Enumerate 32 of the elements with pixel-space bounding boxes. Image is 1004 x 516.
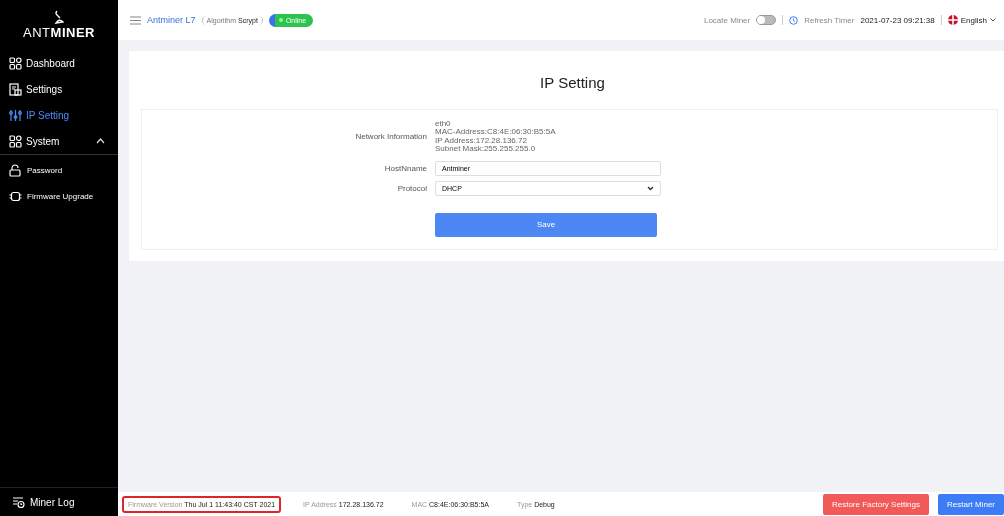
miner-logo-icon — [54, 10, 64, 24]
chevron-down-icon — [990, 18, 996, 22]
sidebar-item[interactable]: Dashboard — [0, 50, 118, 76]
sidebar-item[interactable]: Password — [0, 157, 118, 183]
chevron-down-icon — [647, 185, 654, 191]
field-label: HostNname — [383, 163, 427, 173]
miner-model-link[interactable]: Antminer L7 — [147, 15, 196, 25]
network-info-text: eth0 MAC-Address:C8:4E:06:30:B5:5A IP Address:172.28.136.72 Subnet Mask:255.255.255.0 — [435, 120, 556, 154]
field-label: Network Information — [354, 132, 427, 141]
locate-miner-label: Locate Miner — [703, 15, 751, 25]
lock-icon — [9, 163, 22, 177]
field-label: Protocol — [396, 183, 427, 193]
sidebar-item[interactable]: System — [0, 128, 118, 154]
flag-icon — [947, 15, 958, 25]
grid-icon — [9, 56, 22, 70]
logo-text: ANTMINER — [23, 25, 95, 40]
refresh-timer-value: 2021-07-23 09:21:38 — [860, 15, 935, 25]
language-selector[interactable]: English — [947, 15, 996, 25]
sidebar-item[interactable]: Firmware Upgrade — [0, 183, 118, 209]
restart-button[interactable]: Restart Miner — [938, 493, 1004, 515]
sidebar-item[interactable]: Settings — [0, 76, 118, 102]
chip-icon — [9, 189, 22, 203]
document-icon — [9, 82, 22, 96]
page-title: IP Setting — [539, 74, 606, 91]
sidebar-item[interactable]: IP Setting — [0, 102, 118, 128]
grid-icon — [9, 134, 22, 148]
sliders-icon — [9, 108, 22, 122]
timer-icon — [789, 15, 799, 25]
log-icon — [12, 496, 25, 508]
refresh-timer-label: Refresh Timer — [804, 15, 855, 25]
menu-icon[interactable] — [130, 15, 141, 25]
locate-miner-toggle[interactable] — [756, 15, 777, 25]
